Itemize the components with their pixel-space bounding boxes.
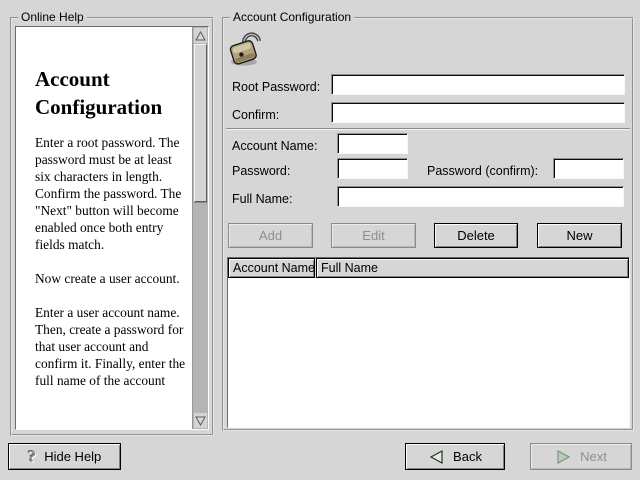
delete-button[interactable]: Delete	[434, 223, 518, 248]
full-name-label: Full Name:	[232, 191, 292, 207]
password-confirm-input[interactable]	[553, 158, 624, 179]
hide-help-button-label: Hide Help	[44, 449, 101, 464]
edit-button-label: Edit	[362, 228, 384, 243]
back-arrow-icon	[428, 449, 445, 465]
accounts-table-body[interactable]	[228, 278, 629, 427]
help-scrollbar[interactable]	[192, 27, 208, 429]
confirm-input[interactable]	[331, 102, 625, 123]
help-content: Account Configuration Enter a root passw…	[16, 27, 192, 429]
help-paragraph: Enter a root password. The password must…	[35, 134, 187, 253]
scrollbar-thumb[interactable]	[194, 44, 207, 202]
question-mark-icon: ?	[28, 447, 37, 467]
next-button-label: Next	[580, 449, 607, 464]
help-paragraph: Enter a user account name. Then, create …	[35, 304, 187, 389]
password-confirm-label: Password (confirm):	[427, 163, 538, 179]
scroll-up-icon[interactable]	[194, 28, 207, 43]
account-name-input[interactable]	[337, 133, 408, 154]
new-button-label: New	[566, 228, 592, 243]
next-button[interactable]: Next	[530, 443, 632, 470]
section-separator	[226, 128, 630, 130]
online-help-frame: Online Help Account Configuration Enter …	[10, 17, 214, 436]
edit-button[interactable]: Edit	[331, 223, 416, 248]
help-heading: Account Configuration	[35, 65, 187, 121]
account-configuration-frame: Account Configuration Root Password: Con…	[222, 17, 634, 431]
back-button-label: Back	[453, 449, 482, 464]
installer-window: { "help_panel": { "frame_label": "Online…	[0, 0, 640, 480]
online-help-frame-label: Online Help	[18, 10, 87, 24]
root-password-label: Root Password:	[232, 79, 320, 95]
help-paragraph: Now create a user account.	[35, 270, 187, 287]
account-name-label: Account Name:	[232, 138, 317, 154]
next-arrow-icon	[555, 449, 572, 465]
root-password-input[interactable]	[331, 74, 625, 95]
column-header-account-name[interactable]: Account Name	[228, 258, 315, 278]
scroll-down-icon[interactable]	[194, 413, 207, 428]
full-name-input[interactable]	[337, 186, 624, 207]
add-button-label: Add	[259, 228, 282, 243]
help-text-view: Account Configuration Enter a root passw…	[15, 26, 209, 430]
column-header-full-name[interactable]: Full Name	[316, 258, 629, 278]
hide-help-button[interactable]: ? Hide Help	[8, 443, 121, 470]
new-button[interactable]: New	[537, 223, 622, 248]
confirm-label: Confirm:	[232, 107, 279, 123]
password-label: Password:	[232, 163, 290, 179]
account-configuration-frame-label: Account Configuration	[230, 10, 354, 24]
back-button[interactable]: Back	[405, 443, 505, 470]
add-button[interactable]: Add	[228, 223, 313, 248]
accounts-table-header: Account Name Full Name	[228, 258, 629, 278]
padlock-icon	[228, 32, 268, 68]
password-input[interactable]	[337, 158, 408, 179]
accounts-table: Account Name Full Name	[227, 257, 630, 428]
delete-button-label: Delete	[457, 228, 495, 243]
